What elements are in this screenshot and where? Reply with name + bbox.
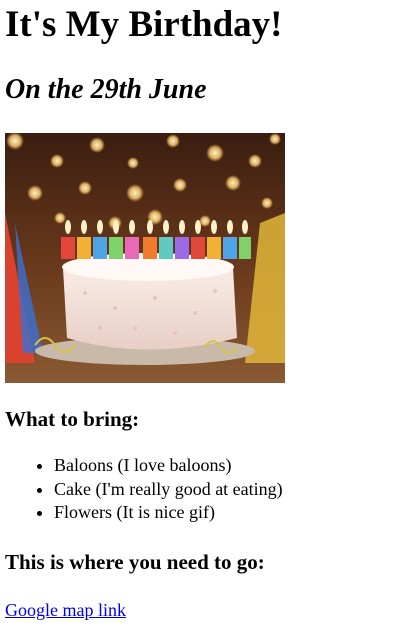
page-title: It's My Birthday! [5,4,283,45]
bring-heading: What to bring: [5,407,140,431]
google-map-link[interactable]: Google map link [5,598,126,622]
birthday-cake-image [5,133,285,383]
list-item: Baloons (I love baloons) [54,454,283,478]
list-item: Flowers (It is nice gif) [54,501,283,525]
list-item: Cake (I'm really good at eating) [54,478,283,502]
bring-list: Baloons (I love baloons) Cake (I'm reall… [5,454,283,525]
event-date: On the 29th June [5,74,207,105]
directions-heading: This is where you need to go: [5,550,265,574]
